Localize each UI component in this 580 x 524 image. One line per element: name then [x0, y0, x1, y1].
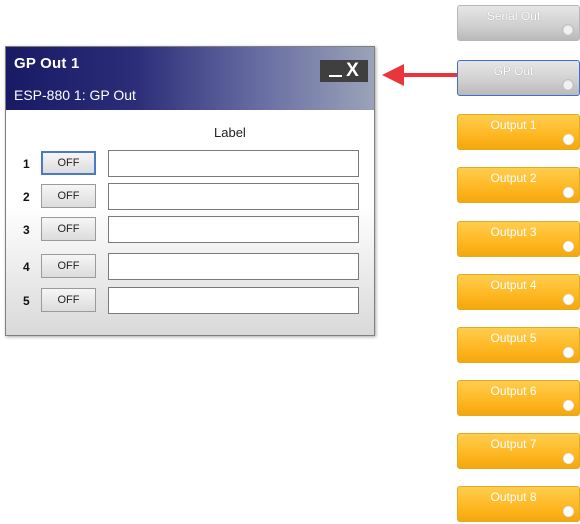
output-node-icon[interactable]	[563, 400, 574, 411]
output-8-block[interactable]: Output 8	[457, 486, 580, 522]
window-controls: X	[320, 60, 368, 82]
gp-row-5: 5 OFF	[6, 287, 374, 315]
block-label: Output 6	[490, 384, 537, 398]
gp-row-2: 2 OFF	[6, 183, 374, 211]
output-2-block[interactable]: Output 2	[457, 167, 580, 203]
output-7-block[interactable]: Output 7	[457, 433, 580, 469]
block-label: GP Out	[493, 64, 534, 78]
off-toggle-button-1[interactable]: OFF	[41, 151, 96, 175]
output-4-block[interactable]: Output 4	[457, 274, 580, 310]
gp-row-1: 1 OFF	[6, 150, 374, 178]
block-label: Output 1	[490, 118, 537, 132]
output-6-block[interactable]: Output 6	[457, 380, 580, 416]
output-1-block[interactable]: Output 1	[457, 114, 580, 150]
gp-out-dialog: GP Out 1 ESP-880 1: GP Out X Label 1 OFF…	[5, 46, 375, 336]
output-node-icon[interactable]	[562, 24, 574, 36]
dialog-title: GP Out 1	[14, 55, 80, 72]
block-label: Output 5	[490, 331, 537, 345]
off-toggle-button-3[interactable]: OFF	[41, 217, 96, 241]
block-label: Output 8	[490, 490, 537, 504]
label-column-header: Label	[214, 125, 246, 140]
block-label: Serial Out	[486, 9, 541, 23]
dialog-subtitle: ESP-880 1: GP Out	[14, 87, 136, 103]
serial-out-block[interactable]: Serial Out	[457, 5, 580, 41]
gp-row-3: 3 OFF	[6, 216, 374, 244]
minimize-icon[interactable]	[329, 75, 343, 77]
row-number: 2	[23, 190, 30, 204]
output-node-icon[interactable]	[563, 187, 574, 198]
block-label: Output 4	[490, 278, 537, 292]
output-5-block[interactable]: Output 5	[457, 327, 580, 363]
label-field-1[interactable]	[108, 150, 359, 177]
output-node-icon[interactable]	[563, 347, 574, 358]
gp-out-block[interactable]: GP Out	[457, 60, 580, 96]
row-number: 4	[23, 260, 30, 274]
pointer-arrow-icon	[382, 64, 458, 86]
gp-row-4: 4 OFF	[6, 253, 374, 281]
label-field-2[interactable]	[108, 183, 359, 210]
row-number: 3	[23, 223, 30, 237]
output-node-icon[interactable]	[563, 241, 574, 252]
dialog-titlebar[interactable]: GP Out 1 ESP-880 1: GP Out X	[6, 47, 374, 110]
label-field-3[interactable]	[108, 216, 359, 243]
output-node-icon[interactable]	[562, 79, 574, 91]
label-field-4[interactable]	[108, 253, 359, 280]
block-label: Output 3	[490, 225, 537, 239]
row-number: 5	[23, 294, 30, 308]
output-node-icon[interactable]	[563, 453, 574, 464]
row-number: 1	[23, 157, 30, 171]
output-node-icon[interactable]	[563, 134, 574, 145]
output-node-icon[interactable]	[563, 506, 574, 517]
block-label: Output 7	[490, 437, 537, 451]
block-label: Output 2	[490, 171, 537, 185]
output-3-block[interactable]: Output 3	[457, 221, 580, 257]
output-node-icon[interactable]	[563, 294, 574, 305]
off-toggle-button-5[interactable]: OFF	[41, 288, 96, 312]
off-toggle-button-4[interactable]: OFF	[41, 254, 96, 278]
close-icon[interactable]: X	[346, 61, 359, 81]
label-field-5[interactable]	[108, 287, 359, 314]
off-toggle-button-2[interactable]: OFF	[41, 184, 96, 208]
